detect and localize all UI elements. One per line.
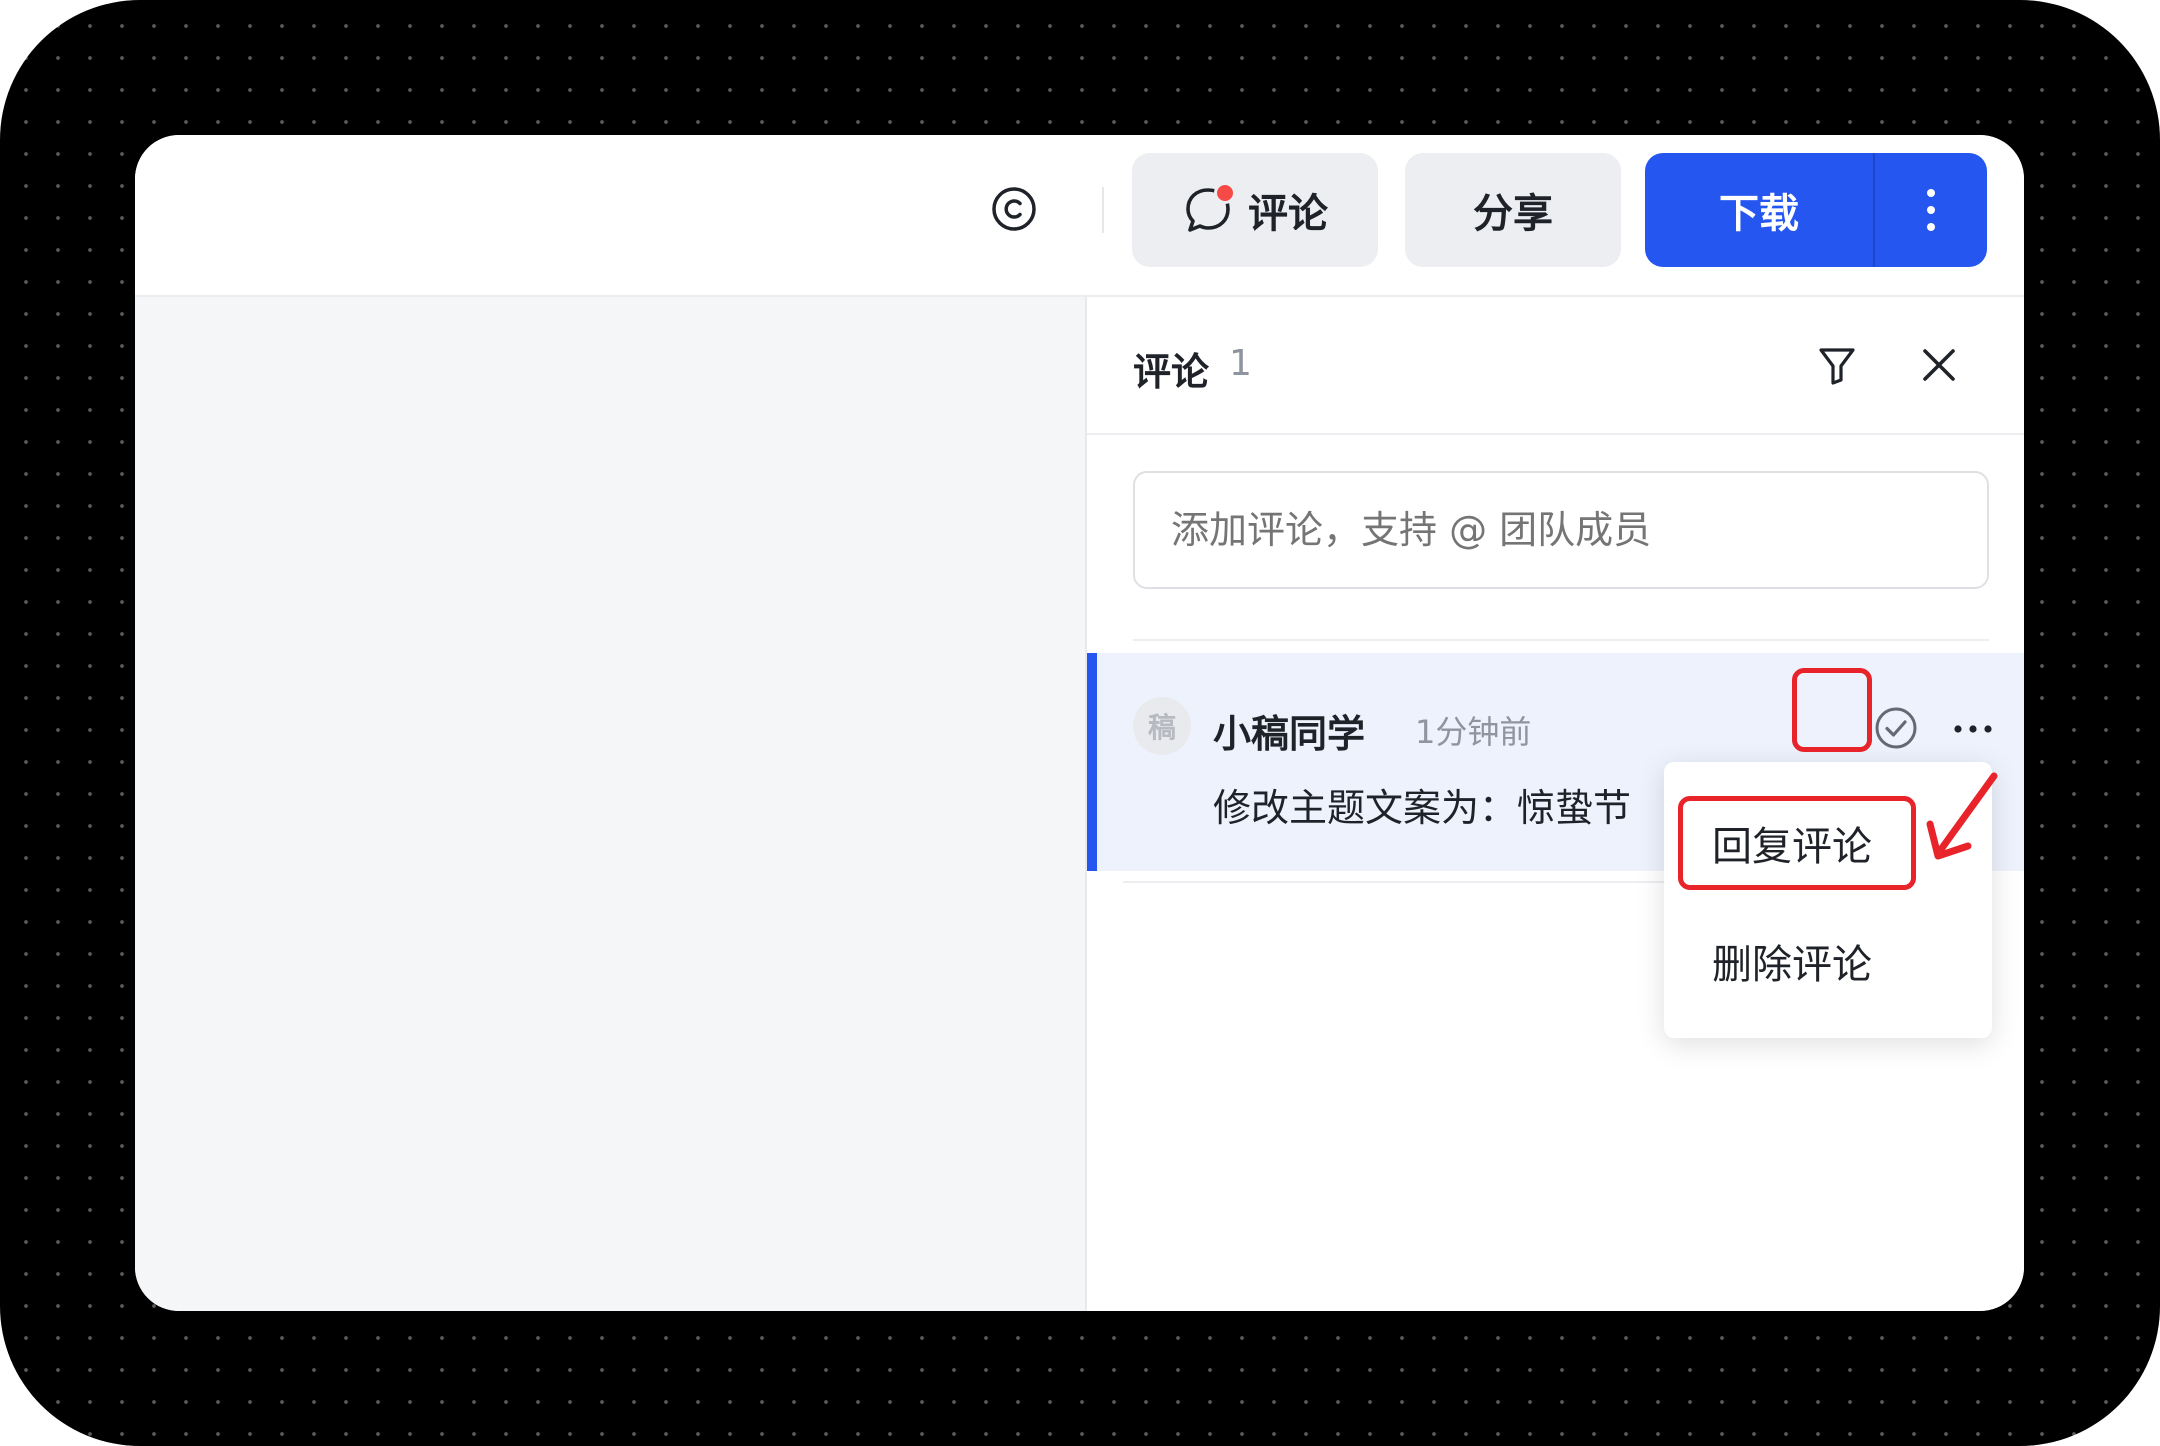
toolbar-divider [1102, 187, 1104, 233]
share-button-label: 分享 [1473, 191, 1553, 237]
comment-author: 小稿同学 [1213, 712, 1366, 756]
delete-comment-menu-item[interactable]: 删除评论 [1712, 932, 1872, 990]
comment-count: 1 [1229, 343, 1252, 384]
comment-time: 1分钟前 [1415, 713, 1532, 751]
app-window: 评论 分享 下载 评论 1 添加评论，支持 @ 团队成员 稿 小稿同学 1分钟前… [135, 135, 2024, 1311]
comment-more-button[interactable] [1943, 699, 2003, 759]
copyright-icon[interactable] [990, 185, 1038, 233]
canvas-area[interactable] [135, 297, 1087, 1311]
arrow-icon [1926, 772, 1998, 860]
download-button[interactable]: 下载 [1645, 153, 1873, 267]
download-button-group: 下载 [1645, 153, 1987, 267]
panel-title: 评论 [1133, 350, 1210, 394]
comment-button-label: 评论 [1248, 191, 1328, 237]
download-more-button[interactable] [1875, 153, 1987, 267]
download-button-label: 下载 [1719, 191, 1799, 237]
more-horizontal-icon [1954, 725, 1992, 733]
top-toolbar: 评论 分享 下载 [135, 135, 2024, 297]
notification-dot [1214, 182, 1236, 204]
filter-icon[interactable] [1815, 343, 1859, 387]
highlight-box-more [1792, 668, 1872, 752]
comment-text: 修改主题文案为：惊蛰节 [1213, 786, 1632, 830]
close-icon[interactable] [1919, 345, 1959, 385]
avatar: 稿 [1133, 697, 1191, 755]
dotted-background: 评论 分享 下载 评论 1 添加评论，支持 @ 团队成员 稿 小稿同学 1分钟前… [0, 0, 2160, 1446]
more-vertical-icon [1927, 189, 1935, 231]
comment-button[interactable]: 评论 [1132, 153, 1378, 267]
highlight-box-reply [1678, 796, 1916, 890]
comment-input[interactable] [1133, 471, 1989, 589]
divider [1133, 639, 1989, 641]
comment-panel-header: 评论 1 [1087, 297, 2024, 435]
comment-bubble-icon [1182, 182, 1236, 236]
check-circle-icon[interactable] [1873, 705, 1919, 751]
share-button[interactable]: 分享 [1405, 153, 1621, 267]
